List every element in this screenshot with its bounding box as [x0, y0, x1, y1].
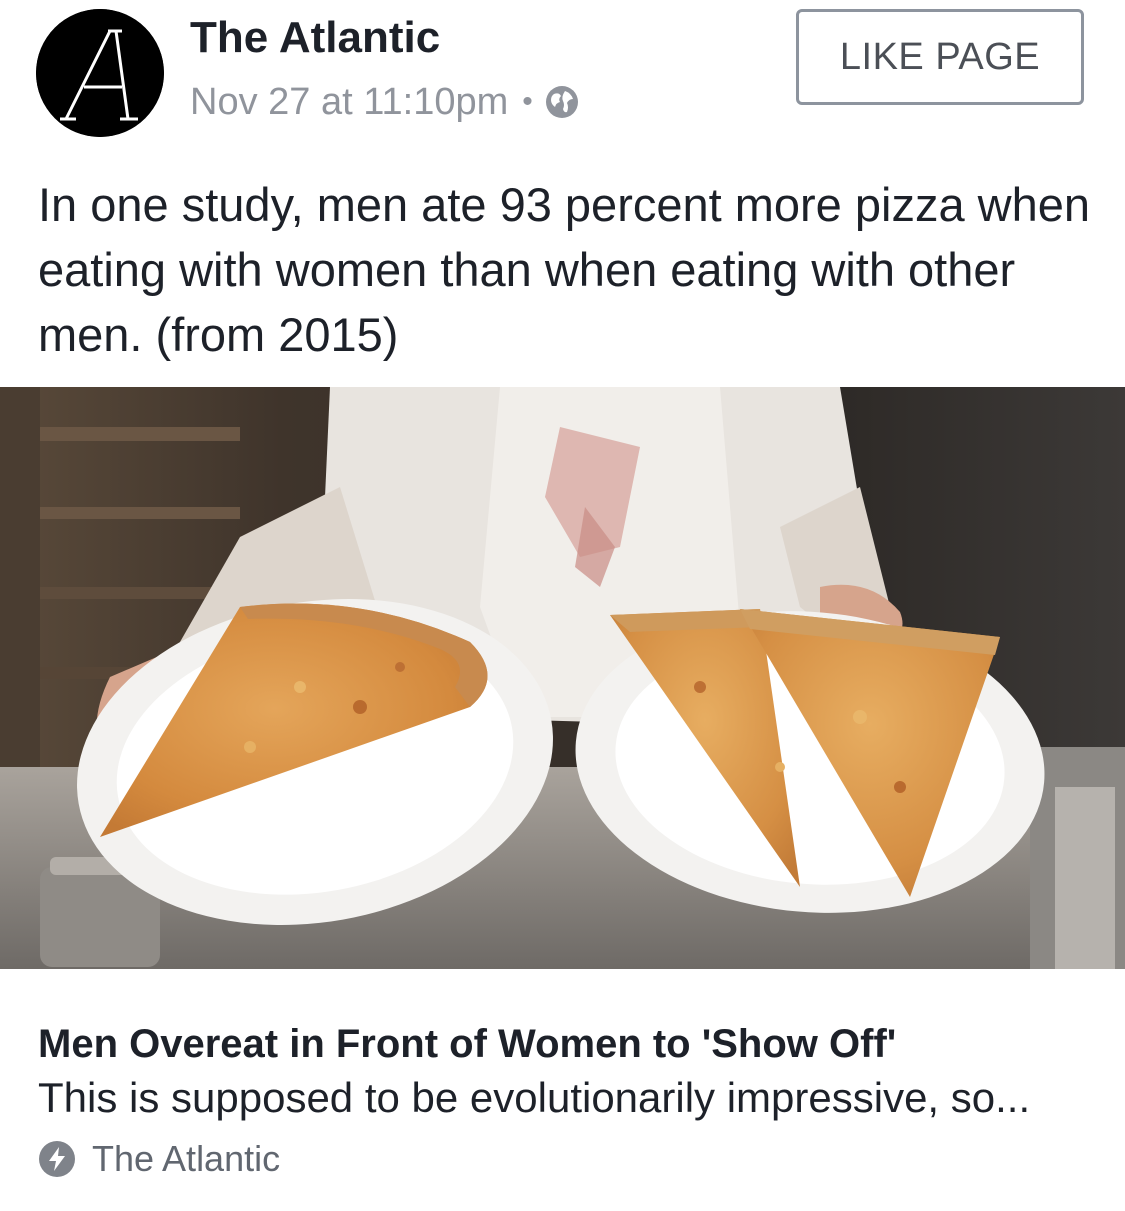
link-source-name: The Atlantic: [92, 1138, 281, 1179]
post-meta: Nov 27 at 11:10pm •: [190, 78, 579, 126]
page-avatar[interactable]: [36, 9, 164, 137]
post-header: The Atlantic Nov 27 at 11:10pm • LIKE PA…: [0, 0, 1125, 150]
post-timestamp[interactable]: Nov 27 at 11:10pm: [190, 81, 508, 124]
link-title[interactable]: Men Overeat in Front of Women to 'Show O…: [38, 1018, 1098, 1070]
globe-icon: [545, 85, 579, 119]
link-description: This is supposed to be evolutionarily im…: [38, 1074, 1031, 1121]
instant-article-bolt-icon: [38, 1140, 76, 1178]
atlantic-logo-icon: [36, 9, 164, 137]
pizza-photo: [0, 387, 1125, 969]
meta-separator: •: [522, 85, 533, 118]
post-photo[interactable]: [0, 387, 1125, 969]
link-source[interactable]: The Atlantic: [38, 1135, 280, 1183]
like-page-button[interactable]: LIKE PAGE: [796, 9, 1084, 105]
page-name[interactable]: The Atlantic: [190, 10, 440, 66]
post-text: In one study, men ate 93 percent more pi…: [38, 178, 1091, 361]
